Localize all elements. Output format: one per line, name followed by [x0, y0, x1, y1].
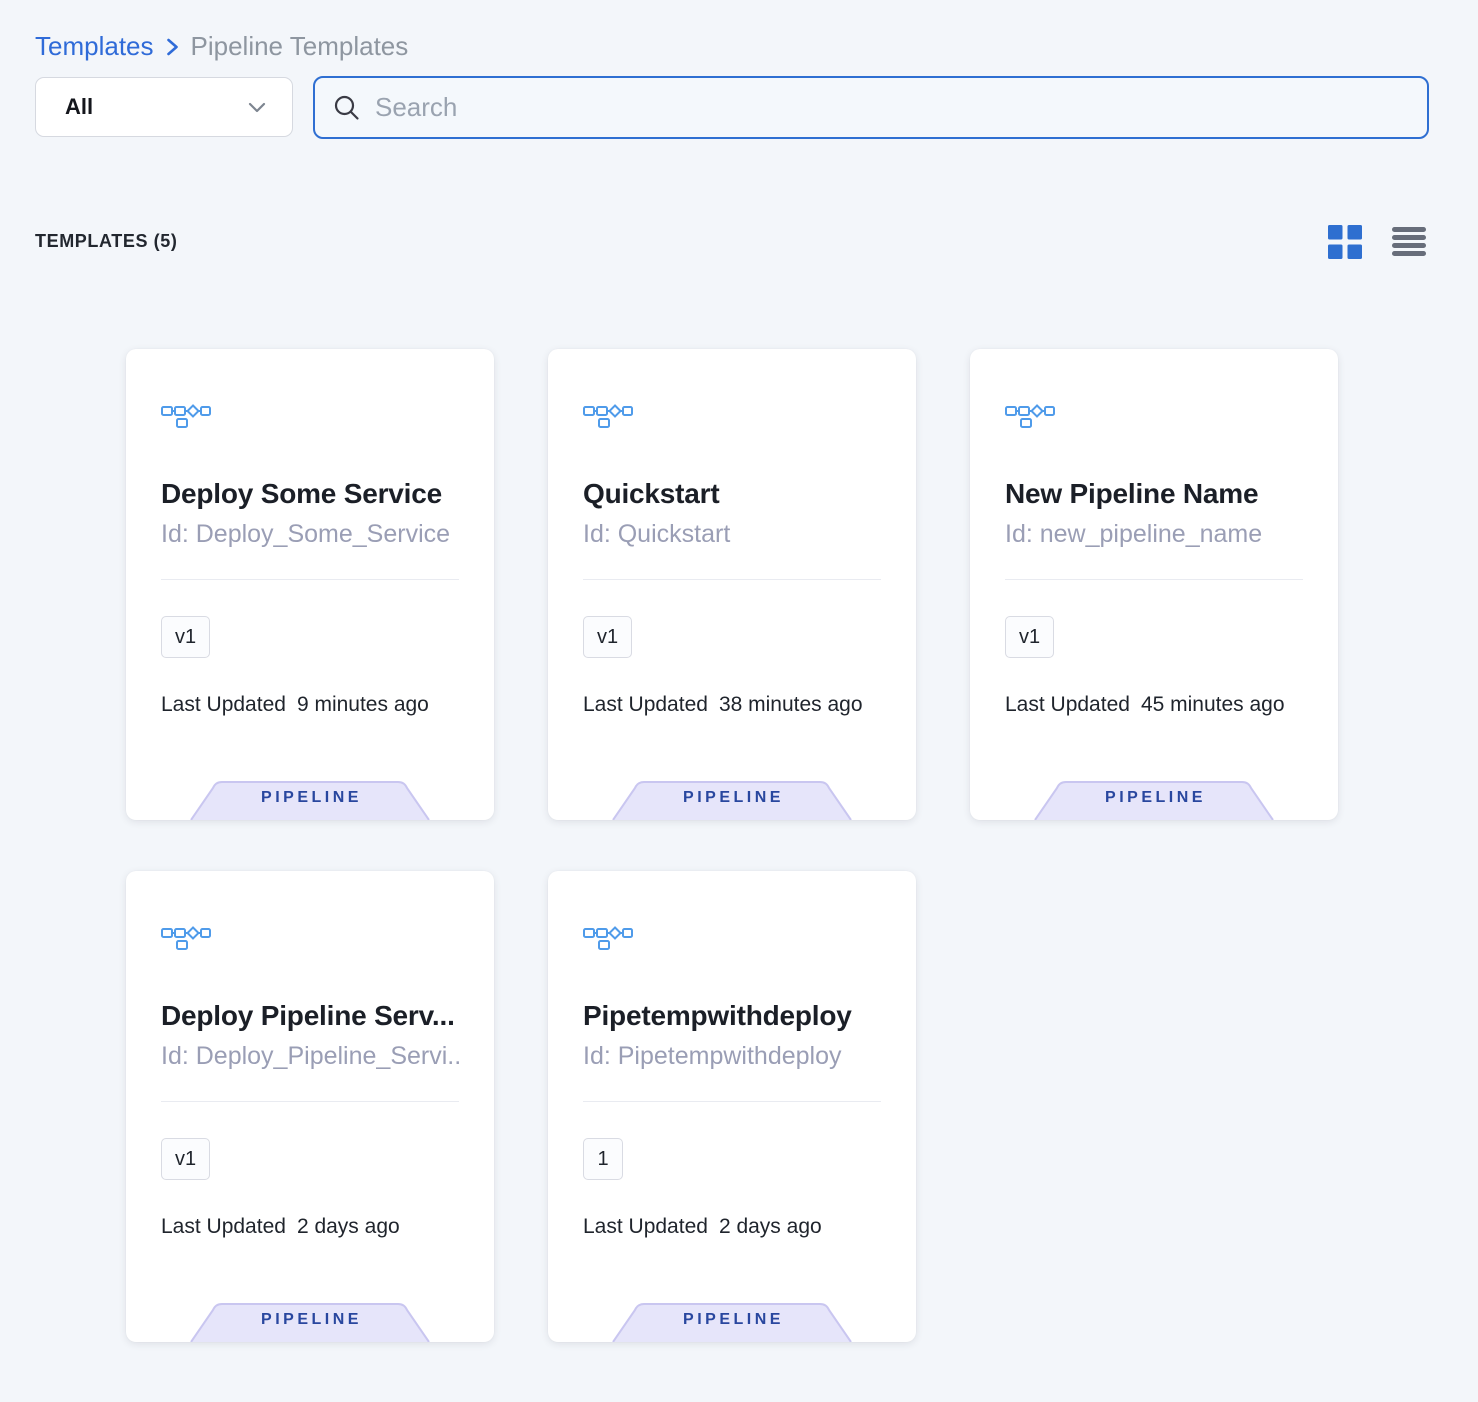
template-card[interactable]: Quickstart Id: Quickstart v1 Last Update… — [548, 349, 916, 820]
template-id: Id: Pipetempwithdeploy — [583, 1041, 881, 1071]
pipeline-type-tag: PIPELINE — [1034, 780, 1274, 820]
pipeline-type-tag: PIPELINE — [612, 780, 852, 820]
search-box — [313, 76, 1429, 139]
template-title: Deploy Some Service — [161, 477, 459, 511]
scope-filter-dropdown[interactable]: All — [35, 77, 293, 137]
template-card[interactable]: Deploy Pipeline Serv... Id: Deploy_Pipel… — [126, 871, 494, 1342]
version-badge: v1 — [583, 616, 632, 658]
version-badge: v1 — [161, 616, 210, 658]
pipeline-stages-icon — [161, 924, 459, 955]
template-id: Id: Deploy_Some_Service — [161, 519, 459, 549]
last-updated-value: 2 days ago — [719, 1214, 822, 1240]
pipeline-type-tag-label: PIPELINE — [612, 1302, 852, 1338]
template-card[interactable]: Pipetempwithdeploy Id: Pipetempwithdeplo… — [548, 871, 916, 1342]
templates-grid: Deploy Some Service Id: Deploy_Some_Serv… — [126, 349, 1338, 1342]
template-title: New Pipeline Name — [1005, 477, 1303, 511]
last-updated-label: Last Updated — [161, 1214, 286, 1240]
last-updated-row: Last Updated 38 minutes ago — [583, 692, 881, 718]
template-card[interactable]: New Pipeline Name Id: new_pipeline_name … — [970, 349, 1338, 820]
last-updated-label: Last Updated — [1005, 692, 1130, 718]
template-id: Id: Quickstart — [583, 519, 881, 549]
scope-filter-value: All — [65, 94, 93, 120]
pipeline-type-tag: PIPELINE — [190, 780, 430, 820]
divider — [583, 1101, 881, 1102]
pipeline-stages-icon — [161, 402, 459, 433]
pipeline-type-tag-label: PIPELINE — [190, 1302, 430, 1338]
last-updated-value: 2 days ago — [297, 1214, 400, 1240]
pipeline-type-tag: PIPELINE — [190, 1302, 430, 1342]
last-updated-value: 9 minutes ago — [297, 692, 429, 718]
template-title: Pipetempwithdeploy — [583, 999, 881, 1033]
divider — [161, 1101, 459, 1102]
pipeline-stages-icon — [583, 924, 881, 955]
search-input[interactable] — [375, 88, 1411, 128]
breadcrumb: Templates Pipeline Templates — [35, 30, 1429, 62]
view-toggle — [1328, 225, 1426, 259]
last-updated-label: Last Updated — [583, 1214, 708, 1240]
template-title: Deploy Pipeline Serv... — [161, 999, 459, 1033]
grid-view-icon[interactable] — [1328, 225, 1362, 259]
pipeline-type-tag-label: PIPELINE — [1034, 780, 1274, 816]
last-updated-value: 45 minutes ago — [1141, 692, 1285, 718]
last-updated-label: Last Updated — [161, 692, 286, 718]
breadcrumb-current: Pipeline Templates — [191, 31, 409, 62]
section-header: TEMPLATES (5) — [0, 223, 1478, 260]
last-updated-row: Last Updated 2 days ago — [583, 1214, 881, 1240]
template-title: Quickstart — [583, 477, 881, 511]
pipeline-stages-icon — [1005, 402, 1303, 433]
version-badge: v1 — [161, 1138, 210, 1180]
version-badge: 1 — [583, 1138, 623, 1180]
last-updated-row: Last Updated 2 days ago — [161, 1214, 459, 1240]
template-card[interactable]: Deploy Some Service Id: Deploy_Some_Serv… — [126, 349, 494, 820]
pipeline-type-tag-label: PIPELINE — [612, 780, 852, 816]
pipeline-type-tag: PIPELINE — [612, 1302, 852, 1342]
last-updated-label: Last Updated — [583, 692, 708, 718]
search-icon — [333, 94, 360, 121]
list-view-icon[interactable] — [1392, 227, 1426, 256]
topbar: Templates Pipeline Templates All — [0, 0, 1478, 139]
last-updated-row: Last Updated 9 minutes ago — [161, 692, 459, 718]
divider — [583, 579, 881, 580]
divider — [1005, 579, 1303, 580]
controls-row: All — [35, 77, 1429, 139]
divider — [161, 579, 459, 580]
template-id: Id: new_pipeline_name — [1005, 519, 1303, 549]
templates-count-heading: TEMPLATES (5) — [35, 231, 177, 252]
chevron-down-icon — [248, 102, 266, 113]
version-badge: v1 — [1005, 616, 1054, 658]
last-updated-row: Last Updated 45 minutes ago — [1005, 692, 1303, 718]
template-id: Id: Deploy_Pipeline_Servi... — [161, 1041, 459, 1071]
last-updated-value: 38 minutes ago — [719, 692, 863, 718]
pipeline-type-tag-label: PIPELINE — [190, 780, 430, 816]
chevron-right-icon — [166, 37, 179, 57]
breadcrumb-link-templates[interactable]: Templates — [35, 31, 154, 62]
pipeline-stages-icon — [583, 402, 881, 433]
